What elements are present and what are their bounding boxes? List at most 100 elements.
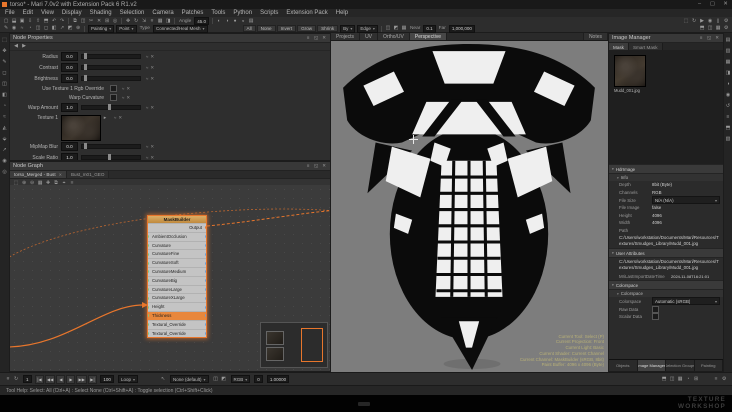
tool-properties-palette-icon[interactable]: ▧ [725, 136, 732, 143]
menu-python[interactable]: Python [233, 9, 252, 17]
history-palette-icon[interactable]: ↺ [725, 103, 732, 110]
property-slider[interactable] [81, 104, 141, 110]
reset-icon[interactable]: ✕ [150, 65, 154, 71]
mirror-icon[interactable]: ◨ [165, 18, 172, 25]
node-graph-minimap[interactable] [260, 322, 328, 368]
toolbar-settings-gear-icon[interactable]: ⚙ [723, 25, 730, 32]
channels-palette-icon[interactable]: ▤ [725, 37, 732, 44]
menu-shading[interactable]: Shading [90, 9, 112, 17]
image-manager-header[interactable]: Image Manager ≡ ◱ ✕ [609, 34, 723, 43]
delete-icon[interactable]: ✕ [96, 18, 103, 25]
vector-icon[interactable]: ↗ [59, 25, 66, 32]
maskbuilder-node[interactable]: MaskBuilder Output AmbientOcclusion Curv… [147, 215, 207, 339]
projection-mode-icon[interactable]: ◫ [384, 25, 391, 32]
palette-menu-icon[interactable]: ≡ [699, 35, 704, 41]
group-colorspace-sub[interactable]: Colorspace [609, 290, 723, 298]
basic-lighting-icon[interactable]: ◑ [224, 18, 231, 25]
node-port-row[interactable]: Curvature [148, 240, 206, 250]
full-lighting-icon[interactable]: ● [232, 18, 239, 25]
node-port-row[interactable]: Textural_Override [148, 319, 206, 329]
tab-selection-groups[interactable]: Selection Groups [666, 360, 695, 371]
pointer-mode-combo[interactable]: None (default) [169, 375, 209, 383]
minimize-button[interactable]: – [693, 0, 706, 9]
property-slider[interactable] [81, 143, 141, 149]
point-mode-combo[interactable]: Point [116, 24, 137, 33]
shadows-icon[interactable]: ◒ [240, 18, 247, 25]
mask-preview-icon[interactable]: ◩ [392, 25, 399, 32]
snap-frame-icon[interactable]: # [5, 376, 12, 383]
play-button[interactable]: ▶ [66, 374, 76, 384]
gradient-tool-icon[interactable]: ◧ [1, 92, 8, 99]
menu-camera[interactable]: Camera [152, 9, 173, 17]
fast-rewind-button[interactable]: ◀◀ [45, 374, 56, 384]
save-project-icon[interactable]: ▣ [19, 18, 26, 25]
node-port-row[interactable]: CurvatureFine [148, 249, 206, 259]
menu-tools[interactable]: Tools [211, 9, 225, 17]
colors-palette-icon[interactable]: ◉ [725, 92, 732, 99]
reset-icon[interactable]: ✕ [150, 54, 154, 60]
lights-palette-icon[interactable]: ◑ [725, 81, 732, 88]
reset-icon[interactable]: ✕ [150, 144, 154, 150]
eraser-tool-icon[interactable]: ◻ [1, 70, 8, 77]
close-palette-icon[interactable]: ✕ [322, 35, 327, 41]
frame-start-field[interactable]: 1 [23, 375, 32, 383]
tab-notes[interactable]: Notes [582, 33, 608, 40]
value-b-field[interactable]: 1.00000 [266, 375, 290, 383]
slerp-tool-icon[interactable]: ⬙ [1, 136, 8, 143]
select-shrink-button[interactable]: Shrink [317, 25, 339, 32]
reset-icon[interactable]: ✕ [126, 95, 130, 101]
brush-icon[interactable]: ✎ [3, 25, 10, 32]
copy-icon[interactable]: ⧉ [72, 18, 79, 25]
near-clip-field[interactable]: 0.1 [423, 24, 436, 33]
grid-toggle-icon[interactable]: ⊞ [693, 376, 700, 383]
property-value-field[interactable]: 0.0 [61, 74, 78, 83]
node-port-output[interactable]: Output [148, 223, 206, 232]
playblast-icon[interactable]: ▶ [699, 18, 706, 25]
select-grow-button[interactable]: Grow [297, 25, 317, 32]
objects-palette-icon[interactable]: ▦ [725, 59, 732, 66]
paint-tool-icon[interactable]: ✎ [1, 59, 8, 66]
paste-icon[interactable]: ◫ [80, 18, 87, 25]
output-port-icon[interactable] [205, 226, 206, 230]
reset-icon[interactable]: ✕ [150, 155, 154, 161]
node-graph-tab-geo[interactable]: Bust_m01_GEO [66, 171, 110, 178]
transport-settings-gear-icon[interactable]: ⚙ [721, 376, 728, 383]
close-palette-icon[interactable]: ✕ [715, 35, 720, 41]
node-port-row[interactable]: Textural_Override [148, 328, 206, 338]
open-project-icon[interactable]: ⬓ [11, 18, 18, 25]
new-project-icon[interactable]: ▢ [3, 18, 10, 25]
clone-icon[interactable]: ◫ [35, 25, 42, 32]
symmetry-toggle-icon[interactable]: ◫ [669, 376, 676, 383]
tab-ortho-uv[interactable]: Ortho/UV [378, 33, 410, 40]
history-back-icon[interactable]: ◀ [13, 43, 20, 50]
curve-icon[interactable]: ≈ [114, 115, 116, 121]
texture-thumbnail[interactable] [61, 115, 101, 141]
property-value-field[interactable]: 1.0 [61, 103, 78, 112]
sync-icon[interactable]: ↻ [13, 376, 20, 383]
property-value-field[interactable]: 0.0 [61, 52, 78, 61]
select-all-button[interactable]: All [242, 25, 256, 32]
browse-texture-icon[interactable]: ▸ [102, 115, 109, 122]
node-graph-canvas[interactable]: MaskBuilder Output AmbientOcclusion Curv… [10, 185, 330, 371]
curve-icon[interactable]: ≈ [146, 105, 148, 111]
node-port-row[interactable]: Height [148, 302, 206, 311]
move-object-tool-icon[interactable]: ✥ [1, 48, 8, 55]
blur-toggle-icon[interactable]: ◔ [685, 376, 692, 383]
property-slider[interactable] [81, 75, 141, 81]
property-value-field[interactable]: 0.0 [61, 142, 78, 151]
mask-overlay-icon[interactable]: ◩ [220, 376, 227, 383]
duplicate-icon[interactable]: ⊞ [104, 18, 111, 25]
menu-edit[interactable]: Edit [23, 9, 33, 17]
far-clip-field[interactable]: 1,000,000 [448, 24, 475, 33]
curve-icon[interactable]: ≈ [146, 155, 148, 161]
curve-icon[interactable]: ≈ [146, 76, 148, 82]
mask-icon[interactable]: ◩ [67, 25, 74, 32]
node-properties-header[interactable]: Node Properties ≡ ◱ ✕ [10, 34, 330, 43]
projection-toggle-icon[interactable]: ⬒ [661, 376, 668, 383]
grid-icon[interactable]: ▦ [157, 18, 164, 25]
node-port-row[interactable]: CurvatureLarge [148, 284, 206, 294]
colorspace-combo[interactable]: Automatic (sRGB) [652, 297, 720, 306]
node-port-row-selected[interactable]: Thickness [148, 310, 206, 320]
reset-icon[interactable]: ✕ [150, 105, 154, 111]
tab-close-icon[interactable]: ✕ [59, 172, 62, 177]
